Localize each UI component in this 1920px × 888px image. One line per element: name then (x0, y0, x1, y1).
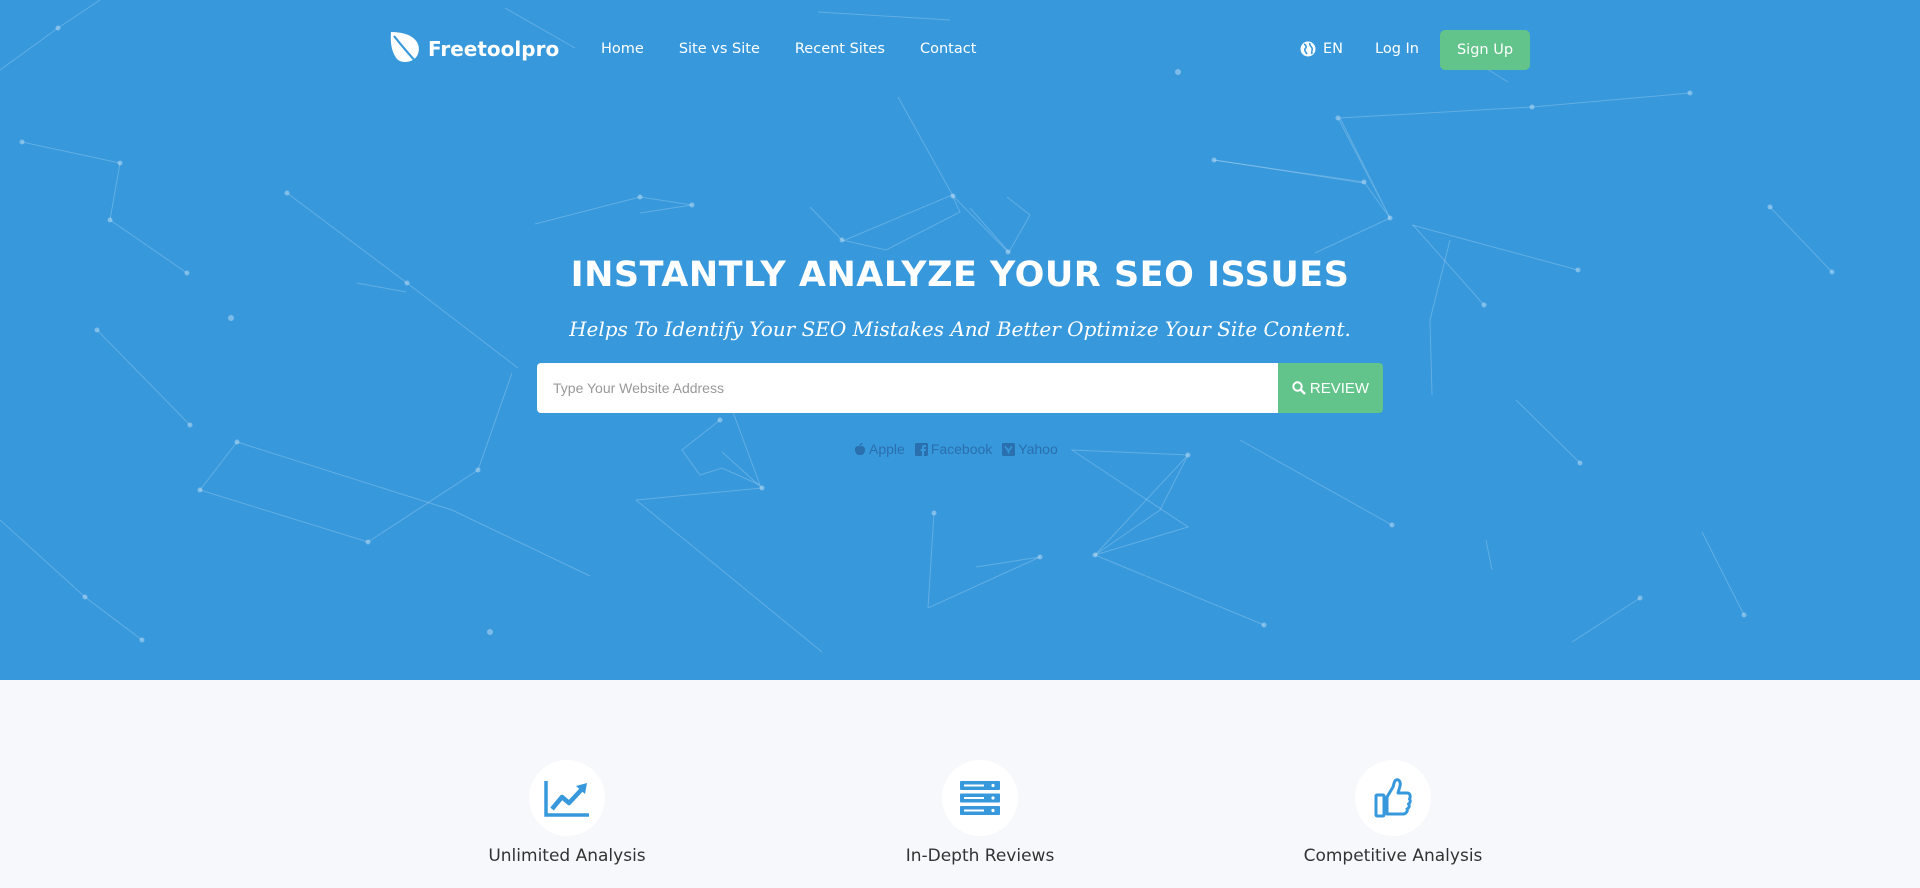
feature-label: Competitive Analysis (1303, 846, 1483, 866)
signup-button[interactable]: Sign Up (1440, 30, 1530, 70)
review-button[interactable]: REVIEW (1278, 363, 1383, 413)
login-link[interactable]: Log In (1375, 41, 1419, 57)
nav-recent-sites[interactable]: Recent Sites (795, 41, 885, 57)
nav-site-vs-site[interactable]: Site vs Site (679, 41, 760, 57)
thumbs-up-icon (1374, 778, 1412, 818)
feature-competitive-analysis: Competitive Analysis (1243, 760, 1543, 866)
feature-label: In-Depth Reviews (905, 846, 1055, 866)
yahoo-icon (1002, 442, 1016, 456)
hero-section: Freetoolpro Home Site vs Site Recent Sit… (0, 0, 1920, 680)
feature-icon-circle (942, 760, 1018, 836)
example-yahoo-label: Yahoo (1018, 441, 1058, 457)
globe-icon (1300, 41, 1316, 57)
nav-contact[interactable]: Contact (920, 41, 976, 57)
language-selector[interactable]: EN (1300, 41, 1343, 57)
line-chart-icon (544, 781, 589, 817)
example-sites: Apple Facebook Yahoo (854, 441, 1058, 457)
example-facebook[interactable]: Facebook (914, 441, 993, 457)
hero-title: INSTANTLY ANALYZE YOUR SEO ISSUES (570, 255, 1350, 295)
example-yahoo[interactable]: Yahoo (1002, 441, 1058, 457)
hero-subtitle: Helps To Identify Your SEO Mistakes And … (569, 317, 1351, 341)
feature-icon-circle (1355, 760, 1431, 836)
website-address-input[interactable] (537, 363, 1278, 413)
leaf-icon (390, 32, 422, 68)
brand-logo[interactable]: Freetoolpro (388, 30, 559, 68)
example-apple[interactable]: Apple (854, 441, 905, 457)
language-label: EN (1323, 41, 1344, 57)
feature-icon-circle (529, 760, 605, 836)
feature-in-depth-reviews: In-Depth Reviews (830, 760, 1130, 866)
example-facebook-label: Facebook (930, 441, 993, 457)
review-label: REVIEW (1309, 379, 1370, 397)
facebook-icon (914, 442, 928, 456)
feature-label: Unlimited Analysis (488, 846, 646, 866)
brand-name: Freetoolpro (428, 37, 560, 61)
nav-home[interactable]: Home (601, 41, 644, 57)
search-bar: REVIEW (537, 363, 1383, 413)
server-icon (960, 781, 1000, 815)
main-nav: Home Site vs Site Recent Sites Contact (601, 41, 976, 57)
example-apple-label: Apple (869, 441, 905, 457)
feature-unlimited-analysis: Unlimited Analysis (417, 760, 717, 866)
search-icon (1292, 381, 1306, 395)
apple-icon (854, 442, 866, 455)
top-navbar: Freetoolpro Home Site vs Site Recent Sit… (0, 0, 1920, 100)
